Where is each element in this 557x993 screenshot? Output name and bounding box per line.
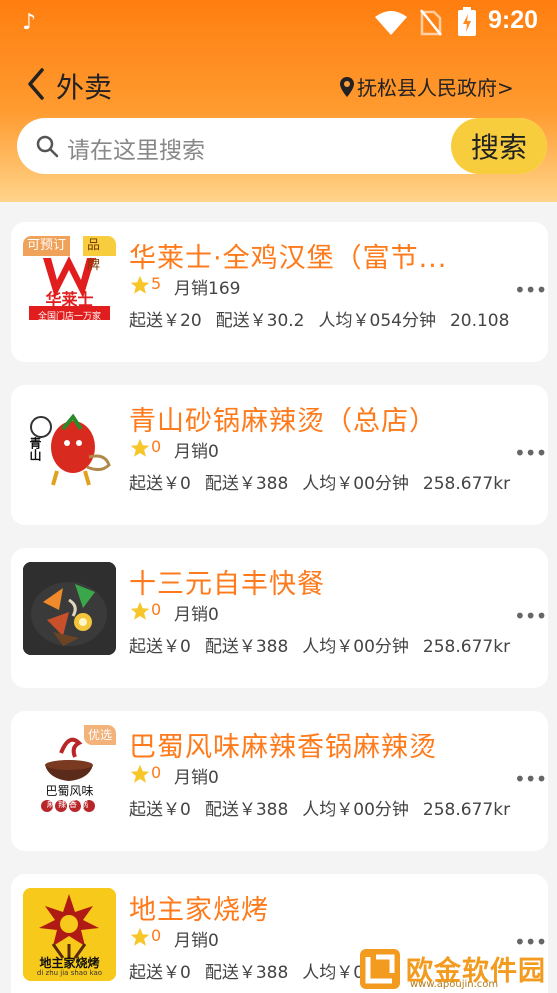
chevron-left-icon[interactable] — [22, 64, 50, 104]
header-background: ♪ 9:20 外卖 抚松县人民政府> 请在这里搜索 搜索 — [0, 0, 557, 202]
watermark-logo — [360, 948, 400, 989]
avg-time: 人均￥00分钟 — [302, 800, 409, 820]
logo-subtext: 全国门店一万家 — [37, 312, 101, 322]
shop-logo: 青山 — [23, 399, 116, 492]
battery-charging-icon — [458, 7, 476, 36]
min-order: 起送￥20 — [129, 311, 202, 331]
shop-name[interactable]: 地主家烧烤 — [129, 888, 529, 927]
watermark-url: www.apoujin.com — [410, 979, 499, 990]
star-icon — [130, 438, 150, 457]
shop-meta: 起送￥0 配送￥388 人均￥00分钟 258.677kr — [129, 632, 537, 657]
shop-name[interactable]: 华莱士·全鸡汉堡（富节... — [129, 236, 529, 275]
min-order: 起送￥0 — [129, 800, 191, 820]
rating-value: 5 — [151, 274, 162, 293]
location-label: 抚松县人民政府> — [357, 76, 514, 100]
food-photo — [23, 562, 116, 655]
distance: 258.677kr — [422, 637, 511, 657]
shop-name[interactable]: 十三元自丰快餐 — [129, 562, 529, 601]
shop-logo: 巴蜀风味 麻辣香锅 优选 — [23, 725, 116, 818]
monthly-sales: 月销0 — [174, 768, 219, 788]
featured-tag: 优选 — [83, 725, 116, 745]
shop-name[interactable]: 青山砂锅麻辣烫（总店） — [129, 399, 529, 438]
search-button[interactable]: 搜索 — [451, 118, 547, 174]
shop-list[interactable]: 华莱士 全国门店一万家 可预订 品牌 华莱士·全鸡汉堡（富节... 5 月销16… — [0, 202, 557, 993]
rating-value: 0 — [151, 600, 162, 619]
shop-meta: 起送￥20 配送￥30.2 人均￥054分钟 20.108 — [129, 306, 537, 331]
star-icon — [130, 275, 150, 294]
distance: 258.677kr — [422, 800, 511, 820]
tiktok-icon: ♪ — [22, 10, 37, 35]
logo-text: 青山 — [28, 437, 42, 461]
search-icon — [36, 135, 59, 158]
shop-logo: 华莱士 全国门店一万家 可预订 品牌 — [23, 236, 116, 329]
more-icon[interactable]: ••• — [514, 441, 547, 465]
min-order: 起送￥0 — [129, 474, 191, 494]
watermark: 欧金软件园 www.apoujin.com — [360, 944, 557, 993]
more-icon[interactable]: ••• — [514, 278, 547, 302]
star-icon — [130, 764, 150, 783]
star-icon — [130, 927, 150, 946]
logo-text: 巴蜀风味 — [45, 784, 94, 798]
shop-card[interactable]: 青山 青山砂锅麻辣烫（总店） 0 月销0 ••• 起送￥0 配送￥388 人均￥00… — [11, 385, 548, 525]
delivery-fee: 配送￥30.2 — [215, 311, 305, 331]
location-pin-icon — [340, 76, 354, 97]
star-icon — [130, 601, 150, 620]
search-input[interactable]: 请在这里搜索 — [67, 131, 205, 165]
logo-subtext: di zhu jia shao kao — [36, 969, 103, 977]
distance: 258.677kr — [422, 474, 511, 494]
page-title: 外卖 — [56, 71, 113, 104]
monthly-sales: 月销0 — [174, 442, 219, 462]
rating-value: 0 — [151, 763, 162, 782]
delivery-fee: 配送￥388 — [204, 800, 289, 820]
shop-logo: 地主家烧烤 di zhu jia shao kao — [23, 888, 116, 981]
rating-value: 0 — [151, 926, 162, 945]
delivery-fee: 配送￥388 — [204, 474, 289, 494]
brand-tag: 品牌 — [83, 236, 116, 273]
min-order: 起送￥0 — [129, 637, 191, 657]
monthly-sales: 月销169 — [174, 279, 241, 299]
monthly-sales: 月销0 — [174, 931, 219, 951]
distance: 20.108 — [449, 311, 510, 331]
min-order: 起送￥0 — [129, 963, 191, 983]
shop-meta: 起送￥0 配送￥388 人均￥00分钟 258.677kr — [129, 795, 537, 820]
more-icon[interactable]: ••• — [514, 604, 547, 628]
shop-card[interactable]: 巴蜀风味 麻辣香锅 优选 巴蜀风味麻辣香锅麻辣烫 0 月销0 ••• 起送￥0 配… — [11, 711, 548, 851]
delivery-fee: 配送￥388 — [204, 637, 289, 657]
search-bar[interactable]: 请在这里搜索 搜索 — [17, 118, 547, 174]
avg-time: 人均￥00分钟 — [302, 637, 409, 657]
avg-time: 人均￥00分钟 — [302, 474, 409, 494]
monthly-sales: 月销0 — [174, 605, 219, 625]
status-time: 9:20 — [488, 6, 539, 34]
more-icon[interactable]: ••• — [514, 767, 547, 791]
avg-time: 人均￥054分钟 — [318, 311, 436, 331]
preorder-tag: 可预订 — [23, 236, 71, 256]
status-bar: ♪ 9:20 — [0, 0, 557, 46]
shop-meta: 起送￥0 配送￥388 人均￥00分钟 258.677kr — [129, 469, 537, 494]
wifi-icon — [375, 11, 407, 35]
shop-card[interactable]: 十三元自丰快餐 0 月销0 ••• 起送￥0 配送￥388 人均￥00分钟 258.6… — [11, 548, 548, 688]
shop-logo — [23, 562, 116, 655]
shop-name[interactable]: 巴蜀风味麻辣香锅麻辣烫 — [129, 725, 529, 764]
no-sim-icon — [420, 9, 442, 36]
delivery-fee: 配送￥388 — [204, 963, 289, 983]
logo-subtext: 麻辣香锅 — [47, 800, 91, 809]
rating-value: 0 — [151, 437, 162, 456]
location-selector[interactable]: 抚松县人民政府> — [339, 72, 514, 101]
shop-card[interactable]: 华莱士 全国门店一万家 可预订 品牌 华莱士·全鸡汉堡（富节... 5 月销16… — [11, 222, 548, 362]
logo-text: 华莱士 — [45, 290, 94, 309]
